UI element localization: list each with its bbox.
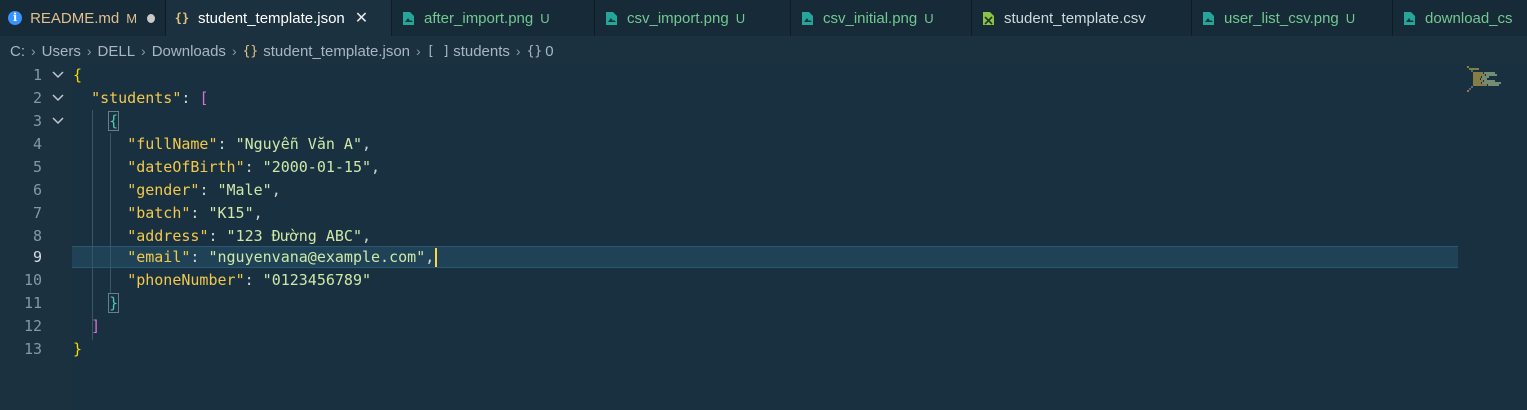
code-line: 7 "batch": "K15", (0, 202, 1458, 225)
tab-user-list-csv-png[interactable]: user_list_csv.png U (1192, 0, 1393, 36)
tab-student-template-csv[interactable]: student_template.csv (972, 0, 1192, 36)
tab-csv-import-png[interactable]: csv_import.png U (595, 0, 791, 36)
image-file-icon (799, 10, 815, 26)
json-key: phoneNumber (136, 271, 236, 289)
line-number: 4 (32, 135, 42, 153)
object-icon: {} (526, 43, 543, 59)
json-value: K15 (217, 204, 245, 222)
breadcrumb-file[interactable]: student_template.json (263, 43, 410, 60)
code-line: 2 "students": [ (0, 87, 1458, 110)
breadcrumb-index[interactable]: 0 (545, 43, 553, 60)
tab-after-import-png[interactable]: after_import.png U (392, 0, 595, 36)
code-line: 11 } (0, 292, 1458, 315)
csv-file-icon (980, 10, 996, 26)
minimap[interactable] (1465, 66, 1507, 92)
tab-label: user_list_csv.png (1224, 9, 1339, 27)
code-line: 5 "dateOfBirth": "2000-01-15", (0, 156, 1458, 179)
git-status-badge: U (1345, 10, 1356, 26)
code-line: 13 } (0, 338, 1458, 361)
info-icon: i (8, 10, 23, 26)
image-file-icon (1200, 10, 1216, 26)
tab-readme[interactable]: i README.md M (0, 0, 166, 36)
git-status-badge: U (540, 10, 550, 26)
chevron-right-icon: › (86, 43, 92, 59)
tab-label: csv_initial.png (823, 9, 918, 27)
git-status-badge: M (126, 10, 138, 26)
json-value: 0123456789 (271, 271, 362, 289)
git-status-badge: U (924, 10, 934, 26)
chevron-right-icon: › (515, 43, 521, 59)
code-line: 12 ] (0, 315, 1458, 338)
json-key: email (136, 248, 182, 266)
line-number: 11 (23, 294, 42, 312)
close-icon[interactable]: ✕ (355, 8, 368, 28)
tab-label: student_template.json (198, 9, 345, 27)
json-key: batch (136, 204, 182, 222)
code-line: 4 "fullName": "Nguyễn Văn A", (0, 133, 1458, 156)
image-file-icon (603, 10, 619, 26)
image-file-icon (400, 10, 416, 26)
breadcrumb: C: › Users › DELL › Downloads › {} stude… (0, 38, 1527, 64)
json-key: fullName (136, 135, 209, 153)
breadcrumb-drive[interactable]: C: (10, 43, 25, 60)
chevron-down-icon[interactable] (52, 110, 66, 133)
line-number: 9 (32, 248, 42, 266)
git-status-badge: U (735, 10, 746, 26)
json-key: address (136, 227, 200, 245)
code-line: 1 { (0, 64, 1458, 87)
line-number: 2 (32, 89, 42, 107)
image-file-icon (1401, 10, 1417, 26)
code-line: 6 "gender": "Male", (0, 179, 1458, 202)
chevron-right-icon: › (31, 43, 36, 59)
chevron-right-icon: › (141, 43, 146, 59)
line-number: 1 (32, 66, 42, 84)
json-value: 2000-01-15 (271, 158, 362, 176)
tab-label: csv_import.png (627, 9, 729, 27)
breadcrumb-students[interactable]: students (453, 43, 510, 60)
json-braces-icon: {} (242, 43, 259, 59)
tab-label: student_template.csv (1004, 9, 1146, 27)
tab-student-template-json[interactable]: {} student_template.json ✕ (166, 0, 392, 36)
tab-label: README.md (30, 9, 120, 27)
tab-csv-initial-png[interactable]: csv_initial.png U (791, 0, 972, 36)
line-number: 6 (32, 181, 42, 199)
json-value: 123 Đường ABC (235, 227, 353, 245)
line-number: 5 (32, 158, 42, 176)
line-number: 8 (32, 227, 42, 245)
code-line: 10 "phoneNumber": "0123456789" (0, 269, 1458, 292)
tab-download-csv[interactable]: download_cs (1393, 0, 1527, 36)
array-icon: [ ] (426, 43, 451, 59)
json-key: gender (136, 181, 191, 199)
json-braces-icon: {} (174, 11, 190, 25)
chevron-right-icon: › (231, 43, 237, 59)
code-line: 3 { (0, 110, 1458, 133)
json-value: Nguyễn Văn A (244, 135, 353, 153)
code-line-current: 9 "email": "nguyenvana@example.com", (0, 246, 1458, 269)
breadcrumb-dell[interactable]: DELL (98, 43, 136, 60)
code-editor[interactable]: 1 { 2 "students": [ 3 { 4 "fullName": "N… (0, 64, 1527, 410)
code-line: 8 "address": "123 Đường ABC", (0, 225, 1458, 248)
text-cursor (435, 248, 438, 267)
line-number: 7 (32, 204, 42, 222)
tab-label: download_cs (1425, 9, 1513, 27)
tab-label: after_import.png (424, 9, 534, 27)
json-value: nguyenvana@example.com (217, 248, 417, 266)
unsaved-dot-icon[interactable] (147, 13, 155, 23)
editor-tab-bar: i README.md M {} student_template.json ✕… (0, 0, 1527, 36)
json-key: students (100, 89, 173, 107)
json-key: dateOfBirth (136, 158, 236, 176)
line-number: 3 (32, 112, 42, 130)
chevron-down-icon[interactable] (52, 87, 66, 110)
line-number: 13 (23, 340, 42, 358)
breadcrumb-downloads[interactable]: Downloads (152, 43, 226, 60)
json-value: Male (226, 181, 263, 199)
line-number: 12 (23, 317, 42, 335)
chevron-down-icon[interactable] (52, 64, 66, 87)
chevron-right-icon: › (416, 43, 421, 59)
breadcrumb-users[interactable]: Users (42, 43, 81, 60)
line-number: 10 (23, 271, 42, 289)
